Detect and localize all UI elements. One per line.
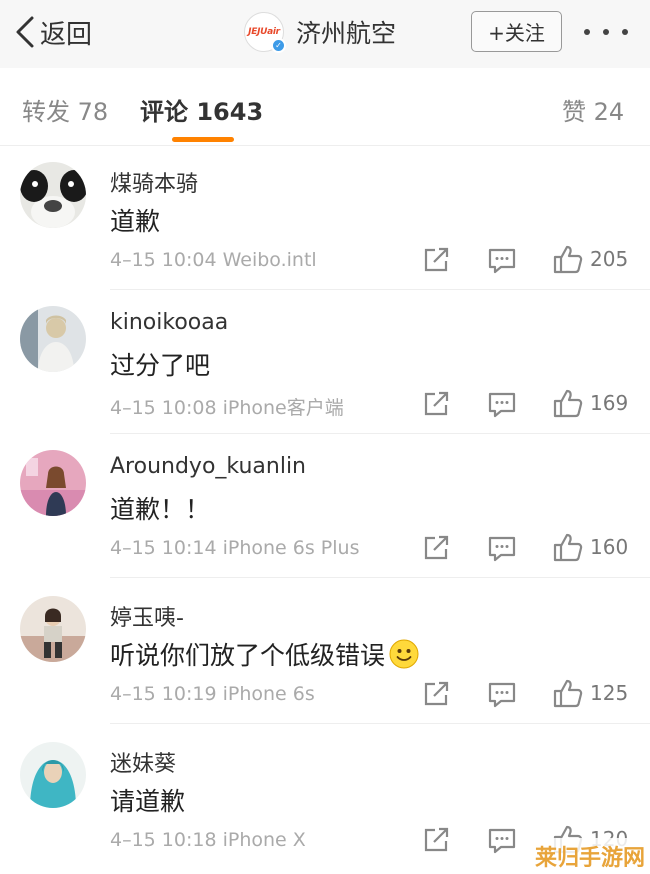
reply-icon[interactable] [486, 824, 518, 856]
follow-button[interactable]: +关注 [471, 11, 562, 52]
reply-icon[interactable] [486, 678, 518, 710]
divider [110, 577, 650, 578]
avatar[interactable] [20, 450, 86, 516]
share-icon[interactable] [420, 532, 452, 564]
verified-badge-icon: ✓ [271, 38, 286, 53]
reply-icon[interactable] [486, 244, 518, 276]
share-icon[interactable] [420, 824, 452, 856]
comment-meta: 4–15 10:04 Weibo.intl [110, 249, 317, 271]
username[interactable]: 煤骑本骑 [110, 166, 198, 198]
dot [622, 29, 628, 35]
comment-meta: 4–15 10:19 iPhone 6s [110, 683, 315, 705]
like-count: 125 [590, 681, 629, 705]
reply-icon[interactable] [486, 388, 518, 420]
username[interactable]: kinoikooaa [110, 310, 228, 335]
username[interactable]: Aroundyo_kuanlin [110, 454, 306, 479]
username[interactable]: 婷玉咦- [110, 600, 184, 632]
dot [584, 29, 590, 35]
share-icon[interactable] [420, 678, 452, 710]
comment-item: kinoikooaa 过分了吧 4–15 10:08 iPhone客户端 169 [0, 290, 650, 434]
comment-text: 过分了吧 [110, 346, 210, 382]
tab-likes[interactable]: 赞 24 [562, 92, 624, 127]
comment-text: 道歉 [110, 202, 160, 238]
comment-meta: 4–15 10:18 iPhone X [110, 829, 306, 851]
back-label: 返回 [40, 19, 93, 50]
dot [603, 29, 609, 35]
share-icon[interactable] [420, 388, 452, 420]
like-count: 205 [590, 247, 629, 271]
top-bar: 返回 JEJUair ✓ 济州航空 +关注 [0, 0, 650, 68]
account-header: JEJUair ✓ 济州航空 [244, 10, 396, 54]
jejuair-logo: JEJUair [248, 27, 280, 37]
thumbs-up-icon [553, 245, 583, 274]
avatar[interactable] [20, 742, 86, 808]
tab-bar: 转发 78 评论 1643 赞 24 [0, 68, 650, 146]
account-avatar[interactable]: JEJUair ✓ [244, 12, 286, 53]
tab-comments[interactable]: 评论 1643 [140, 92, 263, 127]
avatar[interactable] [20, 596, 86, 662]
thumbs-up-icon [553, 679, 583, 708]
thumbs-up-icon [553, 533, 583, 562]
back-button[interactable]: 返回 [14, 10, 92, 54]
watermark: 莱归手游网 [530, 838, 650, 874]
comment-text: 道歉！！ [110, 490, 210, 526]
like-button[interactable]: 169 [552, 386, 628, 420]
smiley-emoji-icon [389, 639, 419, 669]
comment-meta: 4–15 10:08 iPhone客户端 [110, 397, 344, 419]
avatar[interactable] [20, 306, 86, 372]
comment-text-content: 请道歉 [110, 787, 186, 816]
reply-icon[interactable] [486, 532, 518, 564]
comment-item: 婷玉咦- 听说你们放了个低级错误 4–15 10:19 iPhone 6s 12… [0, 580, 650, 724]
username[interactable]: 迷妹葵 [110, 746, 176, 778]
comment-text: 请道歉 [110, 782, 185, 818]
comment-item: Aroundyo_kuanlin 道歉！！ 4–15 10:14 iPhone … [0, 434, 650, 578]
divider [110, 723, 650, 724]
tab-repost[interactable]: 转发 78 [22, 92, 108, 127]
like-count: 169 [590, 391, 629, 415]
chevron-left-icon [16, 16, 34, 48]
active-tab-indicator [172, 137, 234, 142]
like-button[interactable]: 160 [552, 530, 628, 564]
more-options-icon[interactable] [584, 24, 628, 40]
comment-meta: 4–15 10:14 iPhone 6s Plus [110, 537, 360, 559]
comment-text-content: 道歉 [110, 207, 161, 236]
comment-text: 听说你们放了个低级错误 [110, 636, 419, 672]
comment-text-content: 听说你们放了个低级错误 [110, 641, 386, 670]
comment-text-content: 道歉！！ [110, 495, 211, 524]
thumbs-up-icon [553, 389, 583, 418]
comment-text-content: 过分了吧 [110, 351, 211, 380]
avatar[interactable] [20, 162, 86, 228]
like-count: 160 [590, 535, 629, 559]
comment-item: 煤骑本骑 道歉 4–15 10:04 Weibo.intl 205 [0, 146, 650, 290]
account-name: 济州航空 [296, 19, 397, 48]
like-button[interactable]: 205 [552, 242, 628, 276]
like-button[interactable]: 125 [552, 676, 628, 710]
share-icon[interactable] [420, 244, 452, 276]
